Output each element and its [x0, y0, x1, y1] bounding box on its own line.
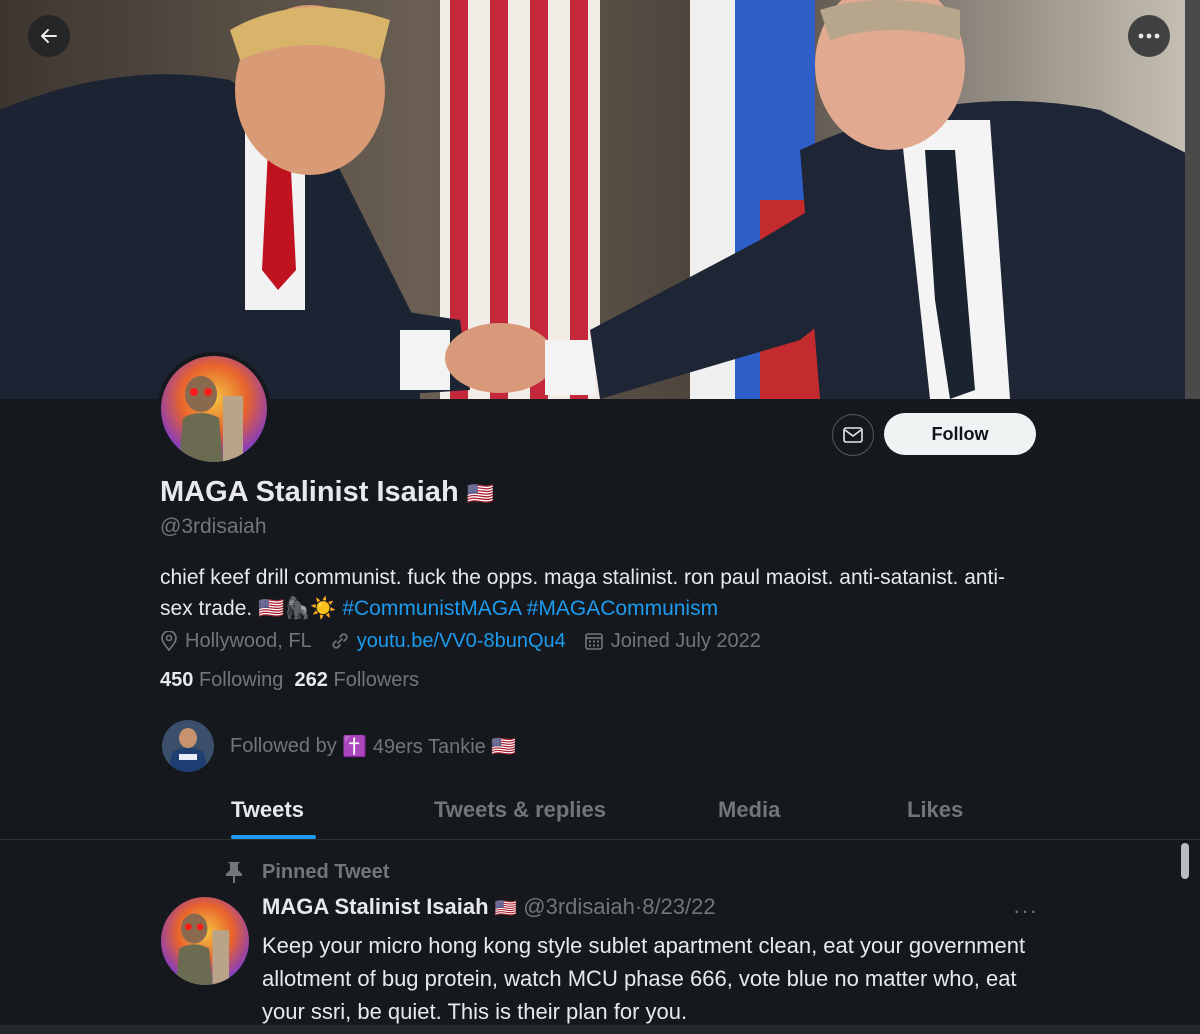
profile-tabs: Tweets Tweets & replies Media Likes: [0, 780, 1200, 840]
tweet-author-handle[interactable]: @3rdisaiah: [523, 894, 635, 919]
tweet-more-button[interactable]: ···: [1013, 898, 1038, 924]
display-name: MAGA Stalinist Isaiah 🇺🇸: [160, 476, 494, 509]
following-count: 450: [160, 669, 194, 691]
joined-item: Joined July 2022: [584, 630, 761, 653]
profile-bio: chief keef drill communist. fuck the opp…: [160, 562, 1020, 624]
profile-window: Follow MAGA Stalinist Isaiah 🇺🇸 @3rdisai…: [0, 0, 1200, 1034]
header-banner-image[interactable]: [0, 0, 1200, 399]
followed-by-row[interactable]: Followed by ✝️ 49ers Tankie 🇺🇸: [162, 720, 516, 772]
follower-avatar[interactable]: [162, 720, 214, 772]
followed-by-prefix: Followed by: [230, 734, 337, 757]
followed-by-name: ✝️ 49ers Tankie 🇺🇸: [342, 735, 517, 758]
profile-meta: Hollywood, FL youtu.be/VV0-8bunQu4 Joine…: [160, 627, 779, 655]
website-link[interactable]: youtu.be/VV0-8bunQu4: [357, 630, 566, 653]
tweet-author-flag: 🇺🇸: [494, 898, 518, 918]
tab-likes[interactable]: Likes: [907, 797, 963, 823]
followers-count: 262: [294, 669, 328, 691]
envelope-icon: [843, 427, 863, 443]
bio-hashtags[interactable]: #CommunistMAGA #MAGACommunism: [342, 597, 718, 620]
following-link[interactable]: 450 Following: [160, 669, 283, 691]
display-name-text: MAGA Stalinist Isaiah: [160, 476, 459, 508]
profile-handle: @3rdisaiah: [160, 515, 267, 538]
location-pin-icon: [161, 631, 177, 651]
location-item: Hollywood, FL: [160, 630, 312, 653]
follow-stats: 450 Following 262 Followers: [160, 669, 419, 692]
profile-avatar[interactable]: [157, 352, 271, 466]
tweet-author-name[interactable]: MAGA Stalinist Isaiah: [262, 894, 489, 919]
tweet-author-avatar[interactable]: [161, 897, 249, 985]
pin-icon: [226, 862, 242, 883]
back-arrow-icon: [41, 29, 57, 43]
back-button[interactable]: [28, 15, 70, 57]
followers-link[interactable]: 262 Followers: [295, 669, 420, 691]
followers-label: Followers: [333, 669, 420, 691]
link-icon: [332, 633, 348, 649]
tab-tweets[interactable]: Tweets: [231, 797, 304, 823]
following-label: Following: [198, 669, 284, 691]
scrollbar-thumb[interactable]: [1181, 843, 1189, 879]
window-bottom-edge: [0, 1025, 1200, 1034]
active-tab-indicator: [231, 835, 316, 839]
tab-tweets-replies[interactable]: Tweets & replies: [434, 797, 606, 823]
pinned-label-row: Pinned Tweet: [224, 860, 389, 884]
joined-text: Joined July 2022: [610, 629, 761, 652]
tweet-header: MAGA Stalinist Isaiah 🇺🇸 @3rdisaiah·8/23…: [262, 894, 716, 920]
tweet-text: Keep your micro hong kong style sublet a…: [262, 933, 1026, 1024]
follow-button[interactable]: Follow: [884, 413, 1036, 455]
more-options-button[interactable]: [1128, 15, 1170, 57]
location-text: Hollywood, FL: [185, 629, 312, 652]
tab-media[interactable]: Media: [718, 797, 780, 823]
more-icon: [1138, 33, 1160, 39]
tweet-date[interactable]: 8/23/22: [642, 894, 715, 919]
flag-emoji: 🇺🇸: [466, 481, 495, 506]
calendar-icon: [584, 633, 603, 650]
pinned-label: Pinned Tweet: [262, 860, 390, 883]
message-button[interactable]: [832, 414, 874, 456]
website-item[interactable]: youtu.be/VV0-8bunQu4: [330, 630, 566, 653]
